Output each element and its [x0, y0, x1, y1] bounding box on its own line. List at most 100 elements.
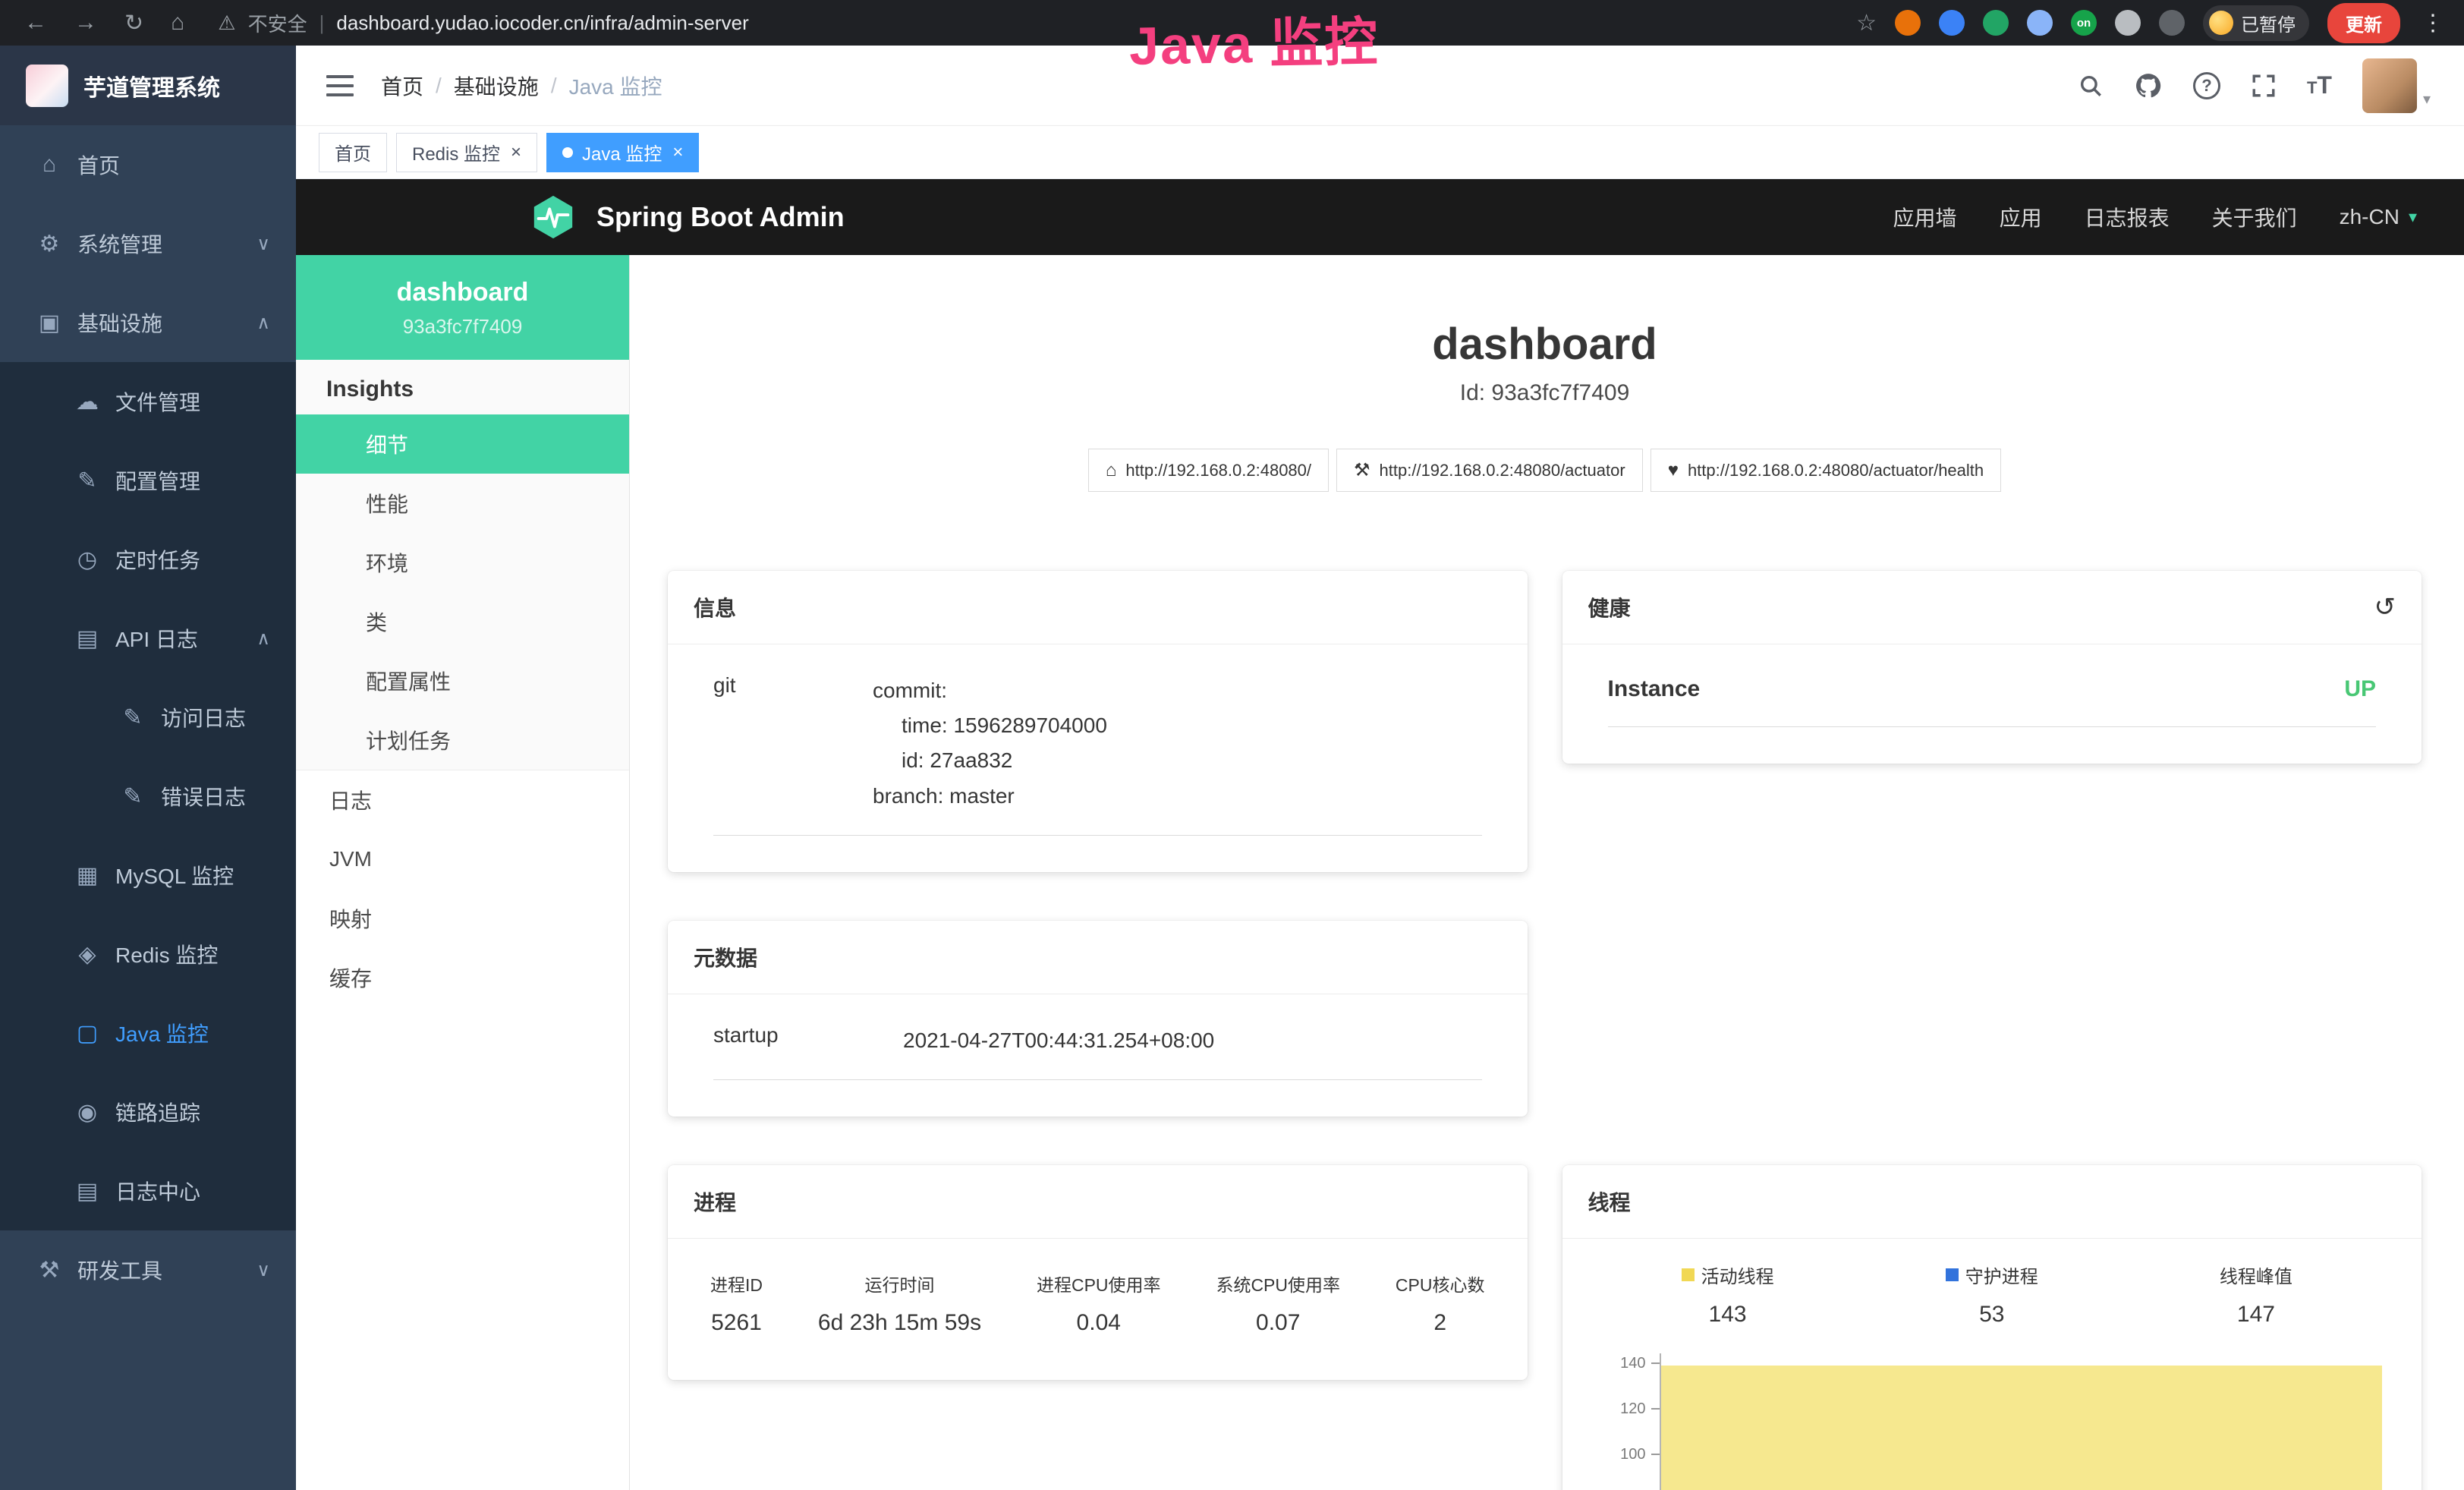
sidebar-item-trace[interactable]: ◉ 链路追踪	[0, 1073, 296, 1151]
sba-sidebar: dashboard 93a3fc7f7409 Insights 细节 性能 环境…	[296, 255, 630, 1490]
sidebar-item-error-logs[interactable]: ✎ 错误日志	[0, 757, 296, 836]
health-card: 健康 ↺ Instance UP	[1562, 571, 2422, 764]
chevron-down-icon: ▾	[2409, 207, 2417, 227]
sidebar-item-dev-tools[interactable]: ⚒ 研发工具 ∨	[0, 1230, 296, 1309]
github-icon[interactable]	[2134, 71, 2163, 100]
monitor-icon: ▢	[70, 1020, 105, 1047]
sidebar-item-redis-monitor[interactable]: ◈ Redis 监控	[0, 915, 296, 994]
admin-sidebar: 芋道管理系统 ⌂ 首页 ⚙ 系统管理 ∨ ▣ 基础设施 ∧ ☁ 文件管理 ✎	[0, 46, 296, 1490]
threads-chart: 140 120 100	[1596, 1353, 2389, 1490]
sidebar-item-label: Java 监控	[115, 1018, 209, 1048]
extension-icon[interactable]	[1939, 10, 1965, 36]
tab-java-monitor[interactable]: Java 监控 ×	[546, 133, 699, 172]
sba-item-classes[interactable]: 类	[296, 592, 629, 651]
sba-item-details[interactable]: 细节	[296, 414, 629, 474]
search-icon[interactable]	[2078, 73, 2104, 99]
font-size-icon[interactable]: TT	[2307, 71, 2332, 99]
extension-icon[interactable]	[2027, 10, 2053, 36]
sidebar-item-access-logs[interactable]: ✎ 访问日志	[0, 678, 296, 757]
extension-icon[interactable]	[2159, 10, 2185, 36]
extension-icon[interactable]	[2115, 10, 2141, 36]
nav-item-journal[interactable]: 日志报表	[2085, 202, 2170, 232]
close-icon[interactable]: ×	[511, 142, 521, 163]
tab-redis-monitor[interactable]: Redis 监控 ×	[396, 133, 537, 172]
tab-home[interactable]: 首页	[319, 133, 387, 172]
page-title: dashboard	[668, 319, 2422, 370]
browser-menu-icon[interactable]: ⋮	[2418, 10, 2447, 36]
sba-item-mappings[interactable]: 映射	[296, 889, 629, 948]
sidebar-item-config-management[interactable]: ✎ 配置管理	[0, 441, 296, 520]
sidebar-item-label: 系统管理	[77, 228, 162, 259]
sidebar-item-system-management[interactable]: ⚙ 系统管理 ∨	[0, 204, 296, 283]
sba-item-logs[interactable]: 日志	[296, 770, 629, 830]
reload-icon[interactable]: ↻	[124, 10, 143, 36]
sba-logo-icon[interactable]	[530, 194, 577, 241]
help-icon[interactable]: ?	[2193, 72, 2220, 99]
logo-row[interactable]: 芋道管理系统	[0, 46, 296, 125]
security-label: 不安全	[248, 9, 307, 37]
browser-home-icon[interactable]: ⌂	[171, 10, 184, 36]
nav-item-wallboard[interactable]: 应用墙	[1893, 202, 1957, 232]
profile-chip[interactable]: 已暂停	[2203, 5, 2309, 41]
sidebar-item-log-center[interactable]: ▤ 日志中心	[0, 1151, 296, 1230]
sidebar-item-label: 链路追踪	[115, 1097, 200, 1127]
sba-item-caches[interactable]: 缓存	[296, 948, 629, 1007]
hamburger-icon[interactable]	[326, 75, 354, 96]
gear-icon: ⚙	[32, 231, 67, 257]
app-logo	[26, 65, 68, 107]
info-value: commit: time: 1596289704000 id: 27aa832 …	[873, 673, 1107, 814]
instance-header[interactable]: dashboard 93a3fc7f7409	[296, 255, 629, 360]
forward-icon[interactable]: →	[74, 10, 97, 36]
bookmark-star-icon[interactable]: ☆	[1856, 10, 1877, 36]
sidebar-item-api-logs[interactable]: ▤ API 日志 ∧	[0, 599, 296, 678]
stat-value: 2	[1396, 1310, 1485, 1336]
health-instance-label: Instance	[1608, 676, 1701, 702]
git-id-line: id: 27aa832	[873, 743, 1107, 778]
error-log-icon: ✎	[115, 783, 150, 810]
app-header: 首页 / 基础设施 / Java 监控 ? TT ▾	[296, 46, 2464, 126]
edit-icon: ✎	[70, 468, 105, 494]
fullscreen-icon[interactable]	[2251, 73, 2277, 99]
link-chip-actuator[interactable]: ⚒ http://192.168.0.2:48080/actuator	[1336, 449, 1643, 492]
home-icon: ⌂	[1106, 460, 1117, 481]
back-icon[interactable]: ←	[24, 10, 47, 36]
nav-item-applications[interactable]: 应用	[2000, 202, 2042, 232]
legend-value: 147	[2124, 1302, 2388, 1328]
sidebar-item-scheduled-tasks[interactable]: ◷ 定时任务	[0, 520, 296, 599]
stat-value: 0.07	[1216, 1310, 1340, 1336]
extension-icon[interactable]	[1895, 10, 1921, 36]
chart-y-axis: 140 120 100	[1596, 1353, 1660, 1490]
extension-icon[interactable]	[1983, 10, 2009, 36]
redis-icon: ◈	[70, 941, 105, 968]
update-button[interactable]: 更新	[2327, 3, 2400, 43]
process-stat: 进程ID 5261	[710, 1271, 763, 1336]
legend-swatch	[1946, 1268, 1959, 1281]
sba-item-config-props[interactable]: 配置属性	[296, 651, 629, 710]
sba-item-jvm[interactable]: JVM	[296, 830, 629, 889]
status-badge: UP	[2344, 676, 2376, 702]
sba-item-performance[interactable]: 性能	[296, 474, 629, 533]
tools-icon: ⚒	[32, 1257, 67, 1284]
address-bar[interactable]: ⚠ 不安全 | dashboard.yudao.iocoder.cn/infra…	[218, 9, 749, 37]
sidebar-item-mysql-monitor[interactable]: ▦ MySQL 监控	[0, 836, 296, 915]
legend-swatch	[1682, 1268, 1695, 1281]
close-icon[interactable]: ×	[672, 142, 683, 163]
sba-item-scheduled-tasks[interactable]: 计划任务	[296, 710, 629, 770]
tags-bar: 首页 Redis 监控 × Java 监控 ×	[296, 126, 2464, 179]
locale-select[interactable]: zh-CN ▾	[2340, 205, 2417, 229]
history-icon[interactable]: ↺	[2374, 594, 2396, 620]
breadcrumb-home[interactable]: 首页	[381, 71, 423, 101]
sidebar-item-infrastructure[interactable]: ▣ 基础设施 ∧	[0, 283, 296, 362]
sba-item-environment[interactable]: 环境	[296, 533, 629, 592]
user-menu[interactable]: ▾	[2362, 58, 2431, 113]
nav-item-about[interactable]: 关于我们	[2212, 202, 2297, 232]
sba-brand[interactable]: Spring Boot Admin	[596, 201, 845, 233]
link-chip-health[interactable]: ♥ http://192.168.0.2:48080/actuator/heal…	[1651, 449, 2001, 492]
extension-icon[interactable]: on	[2071, 10, 2097, 36]
sidebar-item-file-management[interactable]: ☁ 文件管理	[0, 362, 296, 441]
link-chip-root[interactable]: ⌂ http://192.168.0.2:48080/	[1088, 449, 1329, 492]
breadcrumb-infrastructure[interactable]: 基础设施	[454, 71, 539, 101]
sidebar-item-home[interactable]: ⌂ 首页	[0, 125, 296, 204]
insights-section: Insights 细节 性能 环境 类 配置属性 计划任务	[296, 360, 629, 770]
sidebar-item-java-monitor[interactable]: ▢ Java 监控	[0, 994, 296, 1073]
